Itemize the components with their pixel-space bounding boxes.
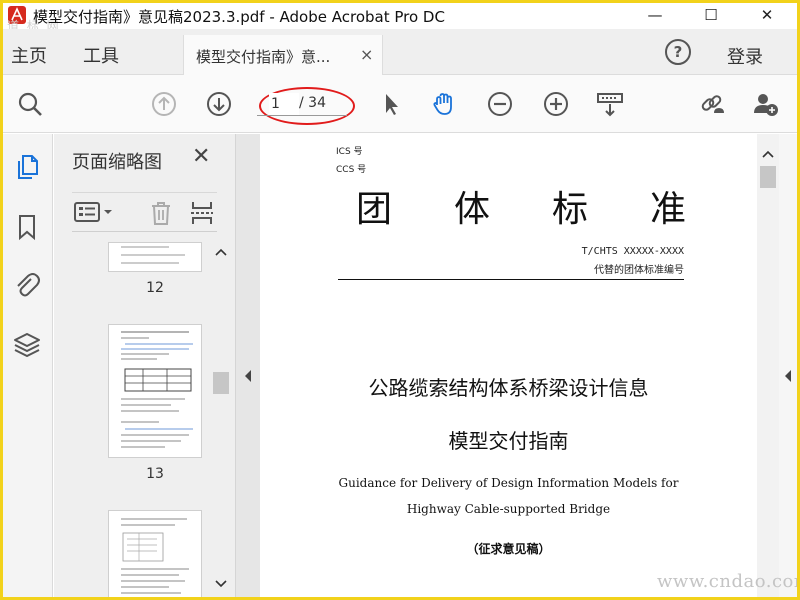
thumbnail-page-13[interactable]: [108, 324, 202, 458]
layers-icon[interactable]: [12, 330, 42, 360]
hand-tool-icon[interactable]: [431, 91, 457, 117]
pane-close-icon[interactable]: ✕: [192, 144, 210, 169]
menu-tools[interactable]: 工具: [83, 42, 119, 68]
thumbnail-number: 13: [146, 466, 164, 482]
thumbnail-page-12[interactable]: [108, 242, 202, 272]
maximize-button[interactable]: ☐: [689, 3, 733, 27]
attachment-icon[interactable]: [12, 270, 42, 300]
document-scrollbar[interactable]: [757, 134, 779, 597]
page-number-input[interactable]: [269, 93, 299, 115]
scroll-down-icon[interactable]: [215, 580, 227, 588]
tab-close-icon[interactable]: ×: [360, 45, 373, 64]
document-tab-label: 模型交付指南》意...: [196, 48, 331, 66]
add-user-icon[interactable]: [753, 91, 779, 117]
expand-right-pane-icon[interactable]: [784, 370, 792, 382]
minimize-icon: —: [647, 6, 663, 24]
ccs-label: CCS 号: [336, 165, 367, 175]
scroll-up-icon[interactable]: [762, 150, 774, 158]
thumbnail-pane: 页面缩略图 ✕ 12 13: [54, 134, 236, 597]
heading-char: 团: [356, 189, 393, 230]
standard-heading: 团 体 标 准: [356, 180, 686, 232]
title-bar: 道 标 网 模型交付指南》意见稿2023.3.pdf - Adobe Acrob…: [3, 3, 797, 33]
ics-label: ICS 号: [336, 147, 363, 157]
thumbnail-number: 12: [146, 280, 164, 296]
replaced-standard-number: 代替的团体标准编号: [594, 265, 684, 276]
heading-char: 准: [649, 189, 686, 230]
divider-line: [338, 279, 684, 280]
heading-char: 标: [551, 189, 588, 230]
standard-code: T/CHTS XXXXX-XXXX: [581, 246, 684, 257]
menu-bar: 主页 工具 模型交付指南》意... × ? 登录: [3, 29, 797, 75]
document-scroll-thumb[interactable]: [760, 166, 776, 188]
help-button[interactable]: ?: [665, 39, 691, 65]
pane-collapse-handle[interactable]: [236, 134, 260, 597]
acrobat-window: 道 标 网 模型交付指南》意见稿2023.3.pdf - Adobe Acrob…: [0, 0, 800, 600]
scroll-up-icon[interactable]: [215, 248, 227, 256]
window-title: 模型交付指南》意见稿2023.3.pdf - Adobe Acrobat Pro…: [33, 8, 445, 26]
thumbnail-pane-title: 页面缩略图: [72, 152, 162, 173]
english-title-line-2: Highway Cable-supported Bridge: [406, 502, 611, 516]
bookmark-icon[interactable]: [12, 212, 42, 242]
close-icon: ✕: [760, 6, 774, 24]
collapse-left-icon[interactable]: [244, 370, 252, 382]
zoom-out-icon[interactable]: [487, 91, 513, 117]
close-window-button[interactable]: ✕: [745, 3, 789, 27]
main-toolbar: / 34: [3, 75, 797, 133]
minimize-button[interactable]: —: [633, 3, 677, 27]
delete-page-icon[interactable]: [148, 200, 174, 226]
english-title-line-1: Guidance for Delivery of Design Informat…: [338, 476, 679, 490]
page-input-underline: [257, 115, 347, 116]
maximize-icon: ☐: [704, 6, 718, 24]
page-down-icon[interactable]: [206, 91, 232, 117]
draft-label: （征求意见稿）: [466, 542, 551, 556]
share-link-icon[interactable]: [699, 91, 725, 117]
page-thumbnails-icon[interactable]: [12, 152, 42, 182]
page-up-icon[interactable]: [151, 91, 177, 117]
login-button[interactable]: 登录: [727, 43, 763, 69]
chinese-title-line-2: 模型交付指南: [448, 429, 569, 453]
insert-page-icon[interactable]: [188, 199, 216, 227]
menu-home[interactable]: 主页: [11, 42, 47, 68]
navigation-rail: [3, 134, 53, 597]
heading-char: 体: [453, 189, 490, 230]
chinese-title-line-1: 公路缆索结构体系桥梁设计信息: [368, 376, 649, 400]
watermark-bottom-right: www.cndao.com: [657, 571, 800, 592]
zoom-in-icon[interactable]: [543, 91, 569, 117]
thumbnail-toolbar: [72, 192, 217, 232]
select-arrow-icon[interactable]: [379, 91, 405, 117]
scroll-mode-icon[interactable]: [597, 91, 623, 117]
thumbnail-preview: [121, 246, 185, 264]
page-total: / 34: [299, 95, 326, 111]
thumbnail-page-14[interactable]: [108, 510, 202, 597]
document-view[interactable]: ICS 号 CCS 号 团 体 标 准 T/CHTS XXXXX-XXXX 代替…: [260, 134, 757, 597]
search-zoom-icon[interactable]: [17, 91, 43, 117]
thumbnail-scrollbar[interactable]: [210, 242, 232, 597]
right-pane-handle[interactable]: [779, 134, 797, 597]
thumbnail-options-icon[interactable]: [74, 201, 114, 223]
thumbnail-preview: [121, 331, 193, 448]
thumbnail-preview: [121, 518, 189, 594]
document-tab[interactable]: 模型交付指南》意... ×: [183, 35, 383, 75]
thumbnail-scroll-thumb[interactable]: [213, 372, 229, 394]
pdf-page: ICS 号 CCS 号 团 体 标 准 T/CHTS XXXXX-XXXX 代替…: [260, 134, 757, 597]
